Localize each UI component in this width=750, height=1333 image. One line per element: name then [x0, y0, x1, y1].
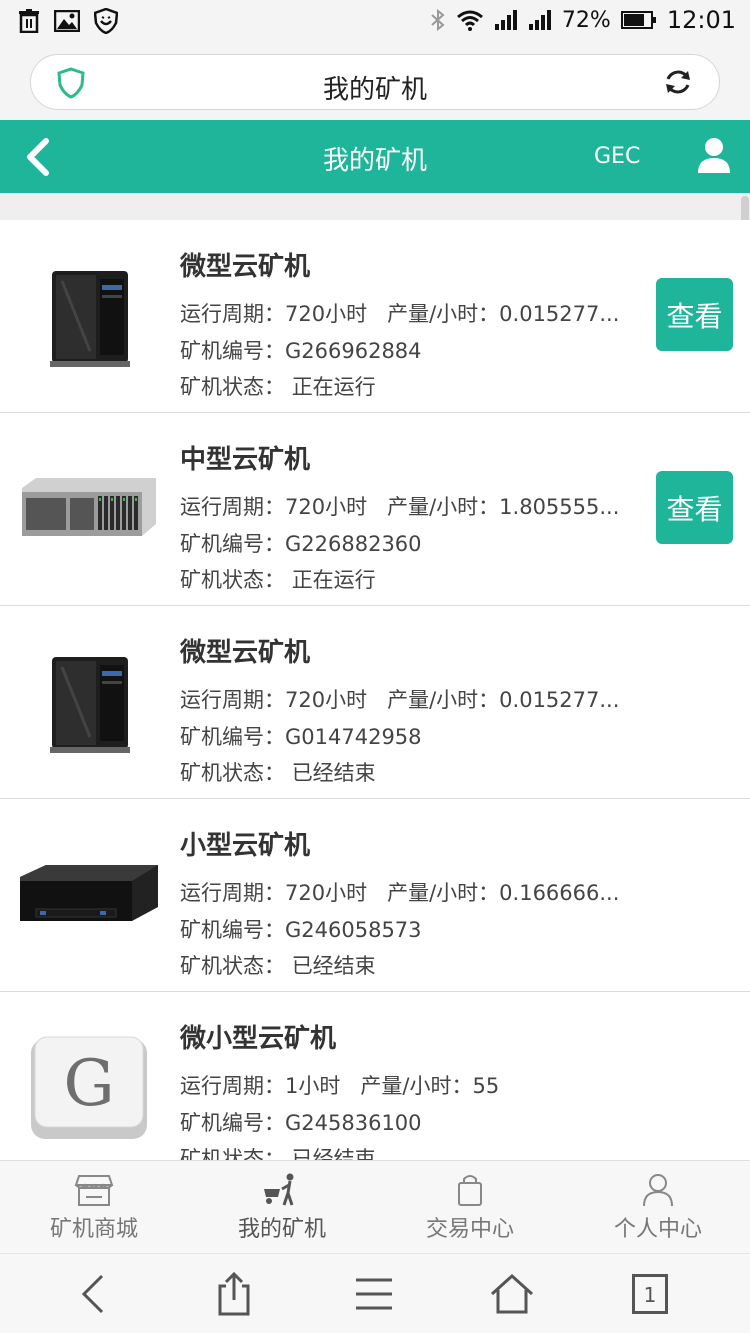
miner-name: 微型云矿机: [180, 252, 311, 282]
user-icon[interactable]: [696, 136, 732, 174]
miner-name: 中型云矿机: [180, 445, 311, 475]
wifi-icon: [456, 10, 483, 31]
tab-label: 个人中心: [613, 1217, 702, 1242]
miner-period-output: 运行周期：720小时 产量/小时：0.015277...: [180, 302, 620, 326]
section-spacer: [0, 193, 750, 220]
miner-id: 矿机编号：G226882360: [180, 532, 422, 556]
miner-id: 矿机编号：G266962884: [180, 339, 422, 363]
shield-icon: [94, 8, 118, 34]
app-header: 我的矿机 GEC: [0, 120, 750, 193]
micro-server-icon: [14, 632, 164, 772]
status-bar: 72% 12:01: [0, 0, 750, 44]
miner-id: 矿机编号：G245836100: [180, 1111, 422, 1135]
list-item: G 微小型云矿机 运行周期：1小时 产量/小时：55 矿机编号：G24583610…: [0, 992, 750, 1160]
signal-icon: [494, 10, 517, 30]
tab-my-miners[interactable]: 我的矿机: [188, 1161, 376, 1254]
image-icon: [54, 10, 80, 32]
tab-label: 交易中心: [425, 1217, 514, 1242]
address-field[interactable]: 我的矿机: [30, 54, 720, 110]
view-button[interactable]: 查看: [656, 471, 733, 544]
bottom-tab-bar: 矿机商城 我的矿机 交易中心 个人中心: [0, 1160, 750, 1253]
miner-id: 矿机编号：G014742958: [180, 725, 422, 749]
battery-percent: 72%: [561, 7, 611, 33]
list-item: 微型云矿机 运行周期：720小时 产量/小时：0.015277... 矿机编号：G…: [0, 220, 750, 413]
tabs-icon[interactable]: 1: [632, 1274, 668, 1314]
view-button[interactable]: 查看: [656, 278, 733, 351]
miner-period-output: 运行周期：1小时 产量/小时：55: [180, 1074, 500, 1098]
miner-period-output: 运行周期：720小时 产量/小时：0.166666...: [180, 881, 620, 905]
reload-icon[interactable]: [663, 67, 693, 97]
back-icon[interactable]: [72, 1272, 116, 1316]
home-icon[interactable]: [490, 1272, 534, 1316]
signal-icon: [528, 10, 551, 30]
miner-id: 矿机编号：G246058573: [180, 918, 422, 942]
battery-icon: [620, 11, 656, 29]
clock: 12:01: [666, 6, 736, 34]
trash-icon: [19, 9, 39, 33]
svg-text:G: G: [63, 1047, 114, 1121]
miner-status: 矿机状态： 正在运行: [180, 375, 376, 399]
miner-name: 微小型云矿机: [180, 1024, 337, 1054]
miner-name: 小型云矿机: [180, 831, 311, 861]
rack-server-icon: [14, 439, 164, 579]
tab-trade-center[interactable]: 交易中心: [376, 1161, 564, 1254]
list-item: 中型云矿机 运行周期：720小时 产量/小时：1.805555... 矿机编号：G…: [0, 413, 750, 606]
bag-icon: [458, 1175, 482, 1206]
g-key-icon: G: [14, 1018, 164, 1158]
miner-period-output: 运行周期：720小时 产量/小时：0.015277...: [180, 688, 620, 712]
tab-label: 我的矿机: [237, 1217, 326, 1242]
share-icon[interactable]: [212, 1272, 256, 1316]
browser-toolbar: 1: [0, 1253, 750, 1333]
tab-label: 矿机商城: [49, 1217, 138, 1242]
miner-status: 矿机状态： 正在运行: [180, 568, 376, 592]
miner-list: 微型云矿机 运行周期：720小时 产量/小时：0.015277... 矿机编号：G…: [0, 220, 750, 1160]
person-icon: [643, 1174, 673, 1207]
browser-url-bar: 我的矿机: [0, 44, 750, 120]
gec-link[interactable]: GEC: [594, 144, 640, 169]
shop-icon: [74, 1175, 114, 1206]
miner-status: 矿机状态： 已经结束: [180, 761, 376, 785]
miner-status: 矿机状态： 已经结束: [180, 954, 376, 978]
flat-server-icon: [14, 825, 164, 965]
tab-shop[interactable]: 矿机商城: [0, 1161, 188, 1254]
tab-profile[interactable]: 个人中心: [564, 1161, 750, 1254]
list-item: 小型云矿机 运行周期：720小时 产量/小时：0.166666... 矿机编号：G…: [0, 799, 750, 992]
list-item: 微型云矿机 运行周期：720小时 产量/小时：0.015277... 矿机编号：G…: [0, 606, 750, 799]
miner-name: 微型云矿机: [180, 638, 311, 668]
menu-icon[interactable]: [352, 1272, 396, 1316]
miner-period-output: 运行周期：720小时 产量/小时：1.805555...: [180, 495, 620, 519]
tab-count: 1: [643, 1283, 657, 1307]
miner-cart-icon: [264, 1173, 294, 1206]
miner-status: 矿机状态： 已经结束: [180, 1147, 376, 1160]
bluetooth-icon: [431, 8, 445, 32]
micro-server-icon: [14, 246, 164, 386]
page-url-title: 我的矿机: [322, 75, 427, 105]
